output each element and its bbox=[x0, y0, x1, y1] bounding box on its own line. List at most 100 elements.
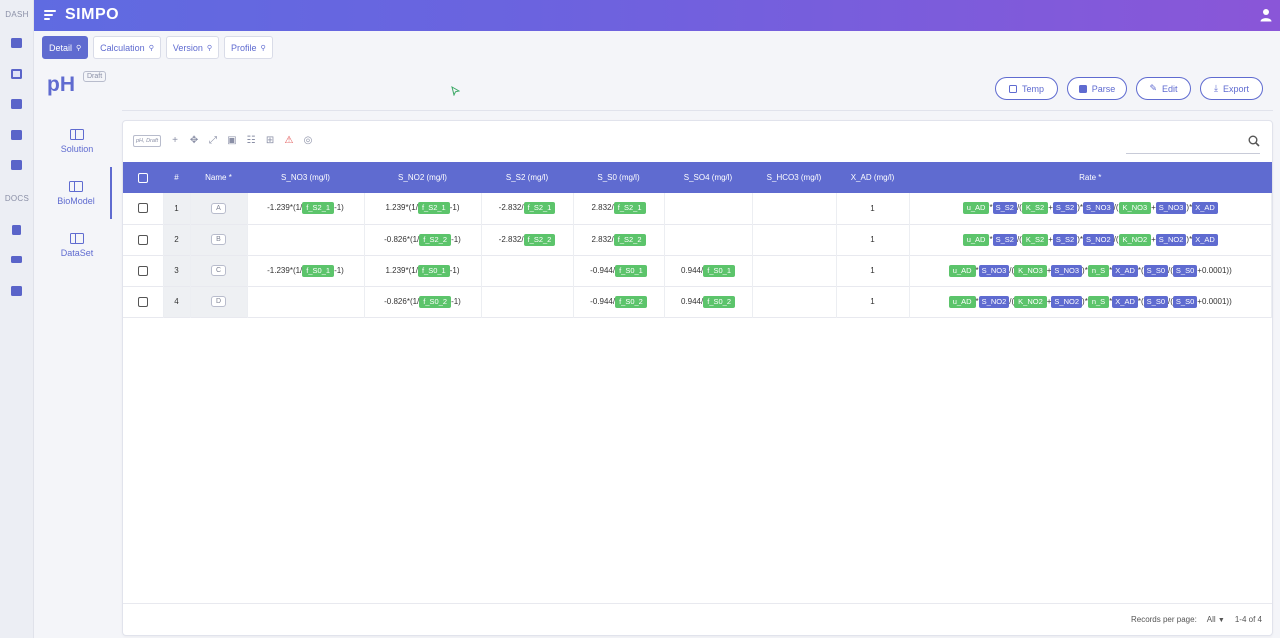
row-checkbox[interactable] bbox=[137, 296, 148, 307]
table-cell[interactable]: -0.826*(1/f_S2_2 -1) bbox=[364, 224, 482, 255]
table-cell[interactable]: D bbox=[190, 286, 248, 317]
tab-version[interactable]: Version ⚲ bbox=[165, 36, 219, 59]
table-cell[interactable]: C bbox=[190, 255, 248, 286]
table-cell[interactable]: 1 bbox=[836, 193, 910, 224]
table-cell[interactable]: u_AD * S_NO2/(K_NO2 + S_NO2)* n_S * X_AD *(S_S0/… bbox=[909, 286, 1272, 317]
records-per-page-select[interactable]: All ▼ bbox=[1207, 615, 1225, 624]
edit-button[interactable]: ✎ Edit bbox=[1136, 77, 1191, 100]
table-cell[interactable]: A bbox=[190, 193, 248, 224]
target-icon[interactable]: ◎ bbox=[303, 136, 313, 146]
table-cell[interactable] bbox=[123, 224, 164, 255]
table-cell[interactable]: -0.944/f_S0_2 bbox=[573, 286, 665, 317]
select-icon[interactable]: ▣ bbox=[227, 136, 237, 146]
table-cell[interactable]: 2 bbox=[163, 224, 191, 255]
table-cell[interactable]: -2.832/f_S2_2 bbox=[481, 224, 574, 255]
column-header[interactable]: S_HCO3 (mg/l) bbox=[752, 162, 836, 193]
card-icon[interactable] bbox=[11, 256, 22, 263]
parameter-chip: f_S0_1 bbox=[615, 264, 647, 277]
table-cell[interactable] bbox=[123, 255, 164, 286]
table-cell[interactable]: 1 bbox=[836, 255, 910, 286]
user-icon[interactable] bbox=[1260, 8, 1272, 22]
column-header[interactable]: S_SO4 (mg/l) bbox=[664, 162, 752, 193]
export-button[interactable]: ⤓ Export bbox=[1200, 77, 1263, 100]
table-cell[interactable] bbox=[664, 224, 753, 255]
row-checkbox[interactable] bbox=[137, 234, 148, 245]
column-header[interactable]: # bbox=[163, 162, 190, 193]
table-cell[interactable]: -0.826*(1/f_S0_2 -1) bbox=[364, 286, 482, 317]
table-cell[interactable] bbox=[481, 286, 574, 317]
table-cell[interactable] bbox=[752, 193, 837, 224]
chat-icon[interactable] bbox=[11, 130, 22, 140]
table-cell[interactable]: 1.239*(1/f_S0_1 -1) bbox=[364, 255, 482, 286]
dataset-icon bbox=[70, 232, 84, 244]
table-cell[interactable] bbox=[247, 224, 365, 255]
table-row[interactable]: 4 D -0.826*(1/f_S0_2 -1) -0.944/f_S0_2 0.944/… bbox=[123, 286, 1272, 317]
table-cell[interactable]: 2.832/f_S2_1 bbox=[573, 193, 665, 224]
select-all-checkbox[interactable] bbox=[138, 172, 148, 183]
table-cell[interactable]: 1 bbox=[163, 193, 191, 224]
column-header[interactable]: S_S0 (mg/l) bbox=[573, 162, 664, 193]
table-cell[interactable]: u_AD * S_NO3/(K_NO3 + S_NO3)* n_S * X_AD *(S_S0/… bbox=[909, 255, 1272, 286]
book-icon[interactable] bbox=[11, 286, 22, 296]
tab-detail[interactable]: Detail ⚲ bbox=[42, 36, 89, 59]
document-icon[interactable] bbox=[12, 225, 21, 235]
expression-text: )* bbox=[1082, 296, 1088, 306]
expand-icon[interactable]: ⤢ bbox=[208, 136, 218, 146]
biomodel-card: pH, Draft + ✥ ⤢ ▣ ☷ ⊞ ⚠ ◎ # Name * S_NO3… bbox=[122, 120, 1273, 636]
table-cell[interactable] bbox=[752, 286, 837, 317]
table-cell[interactable] bbox=[123, 286, 164, 317]
table-cell[interactable]: 1 bbox=[836, 286, 910, 317]
column-header[interactable]: S_NO3 (mg/l) bbox=[247, 162, 364, 193]
tab-calculation[interactable]: Calculation ⚲ bbox=[93, 36, 161, 59]
row-checkbox[interactable] bbox=[137, 203, 148, 214]
grid-icon[interactable] bbox=[11, 99, 22, 109]
row-checkbox[interactable] bbox=[137, 265, 148, 276]
table-cell[interactable]: u_AD * S_S2/(K_S2 + S_S2)* S_NO3/(K_NO3 + S_NO3… bbox=[909, 193, 1272, 224]
table-cell[interactable] bbox=[664, 193, 753, 224]
models-icon[interactable] bbox=[11, 69, 22, 79]
table-cell[interactable]: -0.944/f_S0_1 bbox=[573, 255, 665, 286]
monitor-icon[interactable] bbox=[11, 160, 22, 170]
rate-expression: u_AD * S_S2/(K_S2 + S_S2)* S_NO3/(K_NO3 + S_NO3… bbox=[962, 202, 1218, 215]
sidenav-item-dataset[interactable]: DataSet bbox=[42, 219, 112, 271]
temp-button[interactable]: Temp bbox=[995, 77, 1058, 100]
tab-profile[interactable]: Profile ⚲ bbox=[224, 36, 273, 59]
column-header[interactable]: S_NO2 (mg/l) bbox=[364, 162, 481, 193]
table-row[interactable]: 2 B -0.826*(1/f_S2_2 -1) -2.832/f_S2_2 2.832/… bbox=[123, 224, 1272, 255]
group-icon[interactable]: ⊞ bbox=[265, 136, 275, 146]
table-cell[interactable]: 4 bbox=[163, 286, 191, 317]
search-input[interactable] bbox=[1126, 153, 1260, 154]
table-cell[interactable]: B bbox=[190, 224, 248, 255]
warning-icon[interactable]: ⚠ bbox=[284, 136, 294, 146]
sidenav-item-biomodel[interactable]: BioModel bbox=[42, 167, 112, 219]
table-cell[interactable]: 1.239*(1/f_S2_1 -1) bbox=[364, 193, 482, 224]
table-cell[interactable] bbox=[481, 255, 574, 286]
table-cell[interactable]: -1.239*(1/f_S0_1 -1) bbox=[247, 255, 365, 286]
filter-icon[interactable]: ☷ bbox=[246, 136, 256, 146]
table-cell[interactable]: u_AD * S_S2/(K_S2 + S_S2)* S_NO2/(K_NO2 + S_NO2… bbox=[909, 224, 1272, 255]
sidenav-item-solution[interactable]: Solution bbox=[42, 115, 112, 167]
table-row[interactable]: 3 C -1.239*(1/f_S0_1 -1) 1.239*(1/f_S0_1 -1) -… bbox=[123, 255, 1272, 286]
menu-icon[interactable] bbox=[44, 10, 56, 20]
parse-button[interactable]: Parse bbox=[1067, 77, 1127, 100]
table-cell[interactable] bbox=[247, 286, 365, 317]
table-cell[interactable]: -1.239*(1/f_S2_1 -1) bbox=[247, 193, 365, 224]
table-cell[interactable]: 0.944/f_S0_2 bbox=[664, 286, 753, 317]
table-cell[interactable]: 1 bbox=[836, 224, 910, 255]
column-header[interactable]: Name * bbox=[190, 162, 247, 193]
move-icon[interactable]: ✥ bbox=[189, 136, 199, 146]
table-cell[interactable]: 0.944/f_S0_1 bbox=[664, 255, 753, 286]
add-icon[interactable]: + bbox=[170, 136, 180, 146]
dashboard-icon[interactable] bbox=[11, 38, 22, 48]
column-header[interactable]: X_AD (mg/l) bbox=[836, 162, 909, 193]
column-header[interactable]: Rate * bbox=[909, 162, 1272, 193]
table-cell[interactable] bbox=[123, 193, 164, 224]
table-row[interactable]: 1 A -1.239*(1/f_S2_1 -1) 1.239*(1/f_S2_1 -1) -… bbox=[123, 193, 1272, 224]
table-cell[interactable]: 2.832/f_S2_2 bbox=[573, 224, 665, 255]
table-cell[interactable]: 3 bbox=[163, 255, 191, 286]
table-cell[interactable] bbox=[752, 255, 837, 286]
search-icon[interactable] bbox=[1248, 135, 1260, 147]
column-header[interactable]: S_S2 (mg/l) bbox=[481, 162, 573, 193]
table-cell[interactable]: -2.832/f_S2_1 bbox=[481, 193, 574, 224]
table-cell[interactable] bbox=[752, 224, 837, 255]
